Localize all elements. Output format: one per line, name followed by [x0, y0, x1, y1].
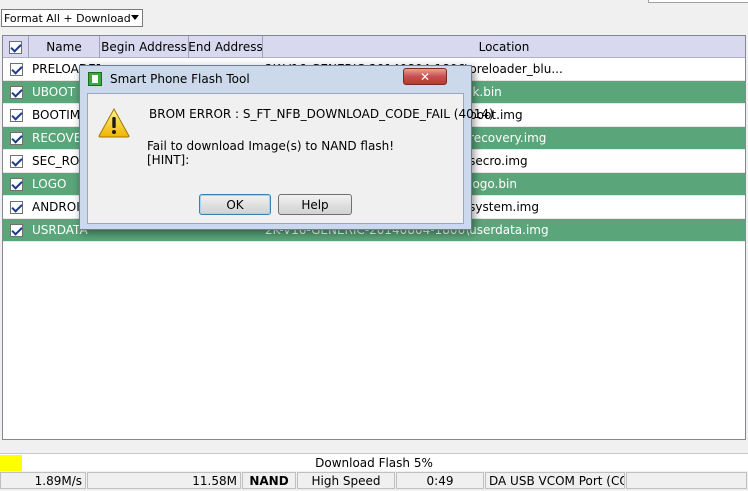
- row-checkbox[interactable]: [9, 108, 23, 122]
- error-code-text: BROM ERROR : S_FT_NFB_DOWNLOAD_CODE_FAIL…: [149, 107, 494, 121]
- close-icon[interactable]: ✕: [420, 70, 430, 84]
- error-dialog: Smart Phone Flash Tool ✕ BROM ERROR : S_…: [79, 65, 494, 230]
- status-speed: 1.89M/s: [0, 472, 86, 489]
- status-bar: 1.89M/s 11.58M NAND High Speed 0:49 DA U…: [0, 472, 748, 491]
- status-port: DA USB VCOM Port (COM57): [485, 472, 625, 489]
- close-button[interactable]: ✕: [403, 68, 447, 85]
- checkbox-icon[interactable]: [9, 40, 22, 54]
- status-time: 0:49: [396, 472, 484, 489]
- header-select-all[interactable]: [3, 36, 29, 58]
- mode-select-value: Format All + Download: [4, 11, 131, 25]
- dialog-title: Smart Phone Flash Tool: [110, 72, 250, 86]
- status-storage: NAND: [242, 472, 296, 489]
- table-header: Name Begin Address End Address Location: [3, 36, 745, 58]
- header-end-address[interactable]: End Address: [189, 36, 263, 58]
- row-checkbox[interactable]: [9, 177, 23, 191]
- progress-text: Download Flash 5%: [315, 456, 433, 470]
- row-checkbox[interactable]: [9, 154, 23, 168]
- help-button[interactable]: Help: [278, 194, 352, 215]
- header-name[interactable]: Name: [29, 36, 100, 58]
- status-size: 11.58M: [87, 472, 241, 489]
- chevron-down-icon[interactable]: [131, 15, 139, 20]
- hint-text: [HINT]:: [147, 153, 190, 167]
- row-checkbox[interactable]: [9, 85, 23, 99]
- toolbar-panel: [648, 0, 748, 3]
- ok-button[interactable]: OK: [199, 194, 271, 215]
- row-checkbox[interactable]: [9, 62, 23, 76]
- header-begin-address[interactable]: Begin Address: [100, 36, 189, 58]
- toolbar: Format All + Download: [0, 0, 748, 34]
- mode-select[interactable]: Format All + Download: [1, 9, 143, 27]
- row-checkbox[interactable]: [9, 200, 23, 214]
- dialog-body: BROM ERROR : S_FT_NFB_DOWNLOAD_CODE_FAIL…: [87, 93, 494, 224]
- app-icon: [88, 72, 102, 86]
- status-extra: [626, 472, 747, 489]
- status-usb-speed: High Speed: [297, 472, 395, 489]
- row-checkbox[interactable]: [9, 223, 23, 237]
- warning-icon: [98, 108, 130, 138]
- row-checkbox[interactable]: [9, 131, 23, 145]
- header-location[interactable]: Location: [263, 36, 745, 58]
- progress-bar: Download Flash 5%: [0, 453, 748, 471]
- error-message: Fail to download Image(s) to NAND flash!: [147, 139, 395, 153]
